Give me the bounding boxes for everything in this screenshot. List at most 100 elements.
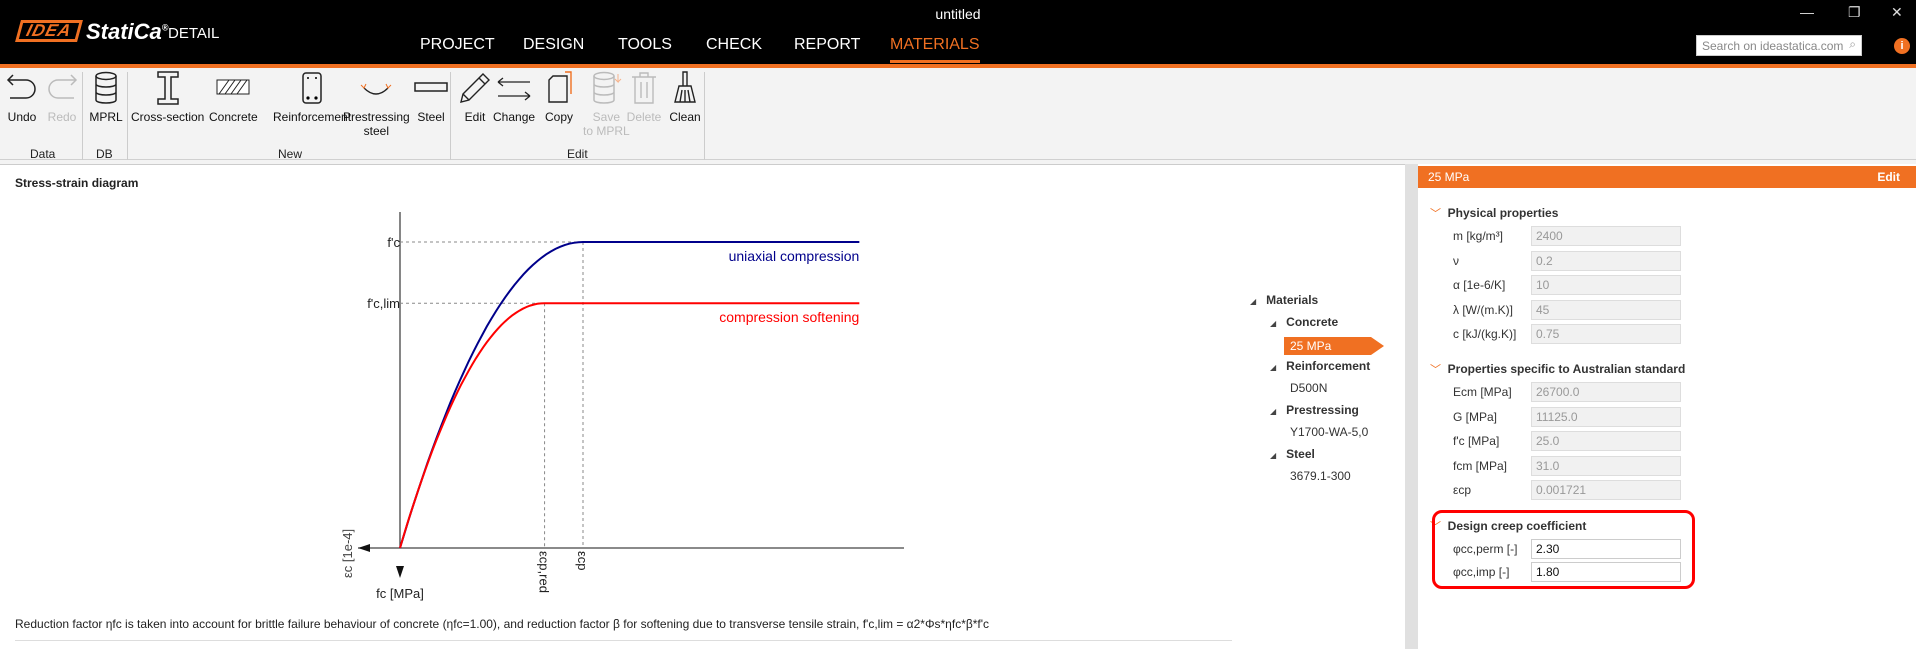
tab-design[interactable]: DESIGN: [523, 36, 584, 60]
arrow-left-icon: [358, 544, 370, 552]
prop-label: εcp: [1453, 483, 1472, 497]
reinforcement-button[interactable]: Reinforcement: [273, 70, 351, 124]
diagram-panel: Stress-strain diagram f'c f'c,lim εcp,red ε…: [0, 164, 1405, 649]
prop-label: fcm [MPa]: [1453, 458, 1508, 473]
tab-materials[interactable]: MATERIALS: [890, 36, 980, 63]
panel-splitter[interactable]: [1405, 164, 1418, 649]
section-physical[interactable]: ﹀ Physical properties: [1430, 205, 1558, 221]
prop-field: 0.75: [1531, 324, 1681, 344]
prop-label: ν: [1453, 253, 1459, 268]
prop-label: f'c [MPa]: [1453, 434, 1500, 448]
steel-plate-icon: [414, 82, 448, 92]
redo-button[interactable]: Redo: [44, 70, 80, 124]
cross-section-button[interactable]: Cross-section: [131, 70, 204, 124]
prop-label: α [1e-6/K]: [1453, 278, 1506, 292]
section-australian[interactable]: ﹀ Properties specific to Australian stan…: [1430, 361, 1685, 377]
prop-field: 0.2: [1531, 250, 1681, 271]
tree-group-reinforcement[interactable]: ◢ Reinforcement: [1250, 359, 1384, 381]
group-label-edit: Edit: [567, 147, 588, 161]
broom-icon: [674, 71, 696, 103]
redo-icon: [48, 74, 78, 99]
product-name: DETAIL: [168, 25, 220, 42]
group-label-db: DB: [96, 147, 113, 161]
separator: [82, 72, 83, 160]
tab-report[interactable]: REPORT: [794, 36, 860, 60]
tree-item-25mpa[interactable]: 25 MPa: [1250, 337, 1384, 359]
logo-idea: IDEA: [15, 20, 83, 42]
info-icon[interactable]: i: [1894, 38, 1910, 54]
tab-project[interactable]: PROJECT: [420, 36, 495, 60]
clean-button[interactable]: Clean: [667, 70, 703, 124]
trash-icon: [632, 72, 656, 104]
prop-label: m [kg/m³]: [1453, 229, 1503, 243]
ribbon: Undo Redo MPRL Cross-section Concrete Re…: [0, 68, 1916, 161]
group-label-data: Data: [30, 147, 56, 161]
prop-label: Ecm [MPa]: [1453, 385, 1512, 399]
prop-field: 25.0: [1531, 431, 1681, 451]
prop-label: λ [W/(m.K)]: [1453, 302, 1513, 317]
separator: [704, 72, 705, 160]
tendon-icon: [360, 83, 392, 95]
tree-root[interactable]: ◢ Materials: [1250, 293, 1384, 315]
properties-panel: 25 MPa Edit ﹀ Physical properties m [kg/m³…: [1418, 164, 1916, 649]
y-axis-label: fc [MPa]: [376, 586, 424, 601]
steel-button[interactable]: Steel: [413, 70, 449, 124]
properties-header: 25 MPa Edit: [1418, 166, 1916, 188]
edit-link[interactable]: Edit: [1877, 170, 1900, 184]
series-line-uniaxial: [399, 241, 860, 549]
legend-label: uniaxial compression: [729, 248, 860, 264]
search-input[interactable]: Search on ideastatica.com ⌕: [1696, 35, 1862, 56]
delete-button[interactable]: Delete: [626, 70, 662, 124]
save-to-mprl-button[interactable]: Save to MPRL: [583, 70, 630, 138]
i-beam-icon: [156, 71, 179, 105]
prop-field: 10: [1531, 275, 1681, 295]
divider-line: [15, 640, 1232, 641]
tree-item-3679[interactable]: 3679.1-300: [1250, 469, 1384, 491]
tree-item-d500n[interactable]: D500N: [1250, 381, 1384, 403]
separator: [450, 72, 451, 160]
stress-strain-chart: f'c f'c,lim εcp,red εcp εc [1e-4] fc [MPa] uni…: [340, 212, 904, 601]
tree-item-y1700[interactable]: Y1700-WA-5,0: [1250, 425, 1384, 447]
y-tick-label: f'c,lim: [367, 296, 400, 311]
x-axis-label: εc [1e-4]: [340, 529, 355, 578]
separator: [127, 72, 128, 160]
legend-label: compression softening: [719, 309, 859, 325]
mprl-button[interactable]: MPRL: [88, 70, 124, 124]
prop-label: c [kJ/(kg.K)]: [1453, 327, 1517, 341]
prop-field: 31.0: [1531, 455, 1681, 476]
minimize-icon[interactable]: —: [1800, 4, 1814, 20]
swap-arrows-icon: [497, 77, 531, 101]
copy-button[interactable]: Copy: [541, 70, 577, 124]
tree-group-prestressing[interactable]: ◢ Prestressing: [1250, 403, 1384, 425]
logo-statica: StatiCa®: [86, 19, 169, 44]
database-icon: [95, 71, 117, 104]
title-bar: IDEA StatiCa® DETAIL untitled PROJECT DE…: [0, 0, 1916, 64]
chevron-down-icon: ﹀: [1430, 208, 1441, 220]
tree-group-concrete[interactable]: ◢ Concrete: [1250, 315, 1384, 337]
highlight-box: [1432, 510, 1695, 589]
undo-button[interactable]: Undo: [4, 70, 40, 124]
prop-field: 2400: [1531, 226, 1681, 246]
chevron-down-icon: ﹀: [1430, 364, 1441, 376]
close-icon[interactable]: ✕: [1891, 4, 1903, 21]
tree-group-steel[interactable]: ◢ Steel: [1250, 447, 1384, 469]
group-label-new: New: [278, 147, 303, 161]
restore-icon[interactable]: ❐: [1848, 4, 1861, 21]
prop-field: 45: [1531, 299, 1681, 320]
x-tick-label: εcp: [575, 551, 590, 571]
series-line-softening: [399, 302, 860, 549]
edit-button[interactable]: Edit: [457, 70, 493, 124]
copy-icon: [548, 71, 572, 103]
change-button[interactable]: Change: [493, 70, 535, 124]
materials-tree: ◢ Materials ◢ Concrete 25 MPa ◢ Reinforc…: [1250, 293, 1384, 491]
prop-field: 26700.0: [1531, 382, 1681, 402]
tab-check[interactable]: CHECK: [706, 36, 762, 60]
reinforced-section-icon: [302, 72, 322, 104]
prestressing-steel-button[interactable]: Prestressing steel: [343, 70, 410, 138]
prop-field: 11125.0: [1531, 406, 1681, 427]
arrow-down-icon: [396, 566, 404, 578]
undo-icon: [6, 74, 36, 99]
concrete-button[interactable]: Concrete: [209, 70, 258, 124]
tab-tools[interactable]: TOOLS: [618, 36, 672, 60]
y-tick-label: f'c: [387, 235, 400, 250]
